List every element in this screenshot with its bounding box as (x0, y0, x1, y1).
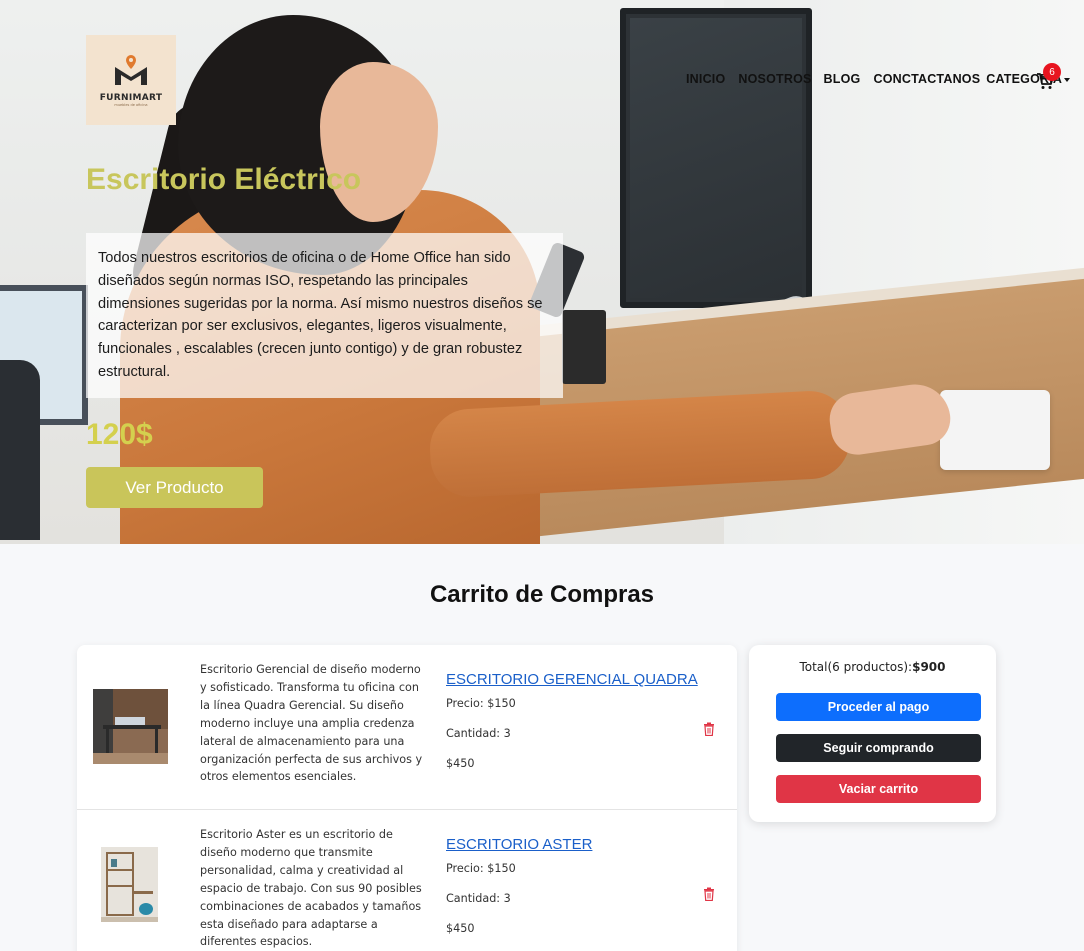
item-subtotal: $450 (446, 757, 475, 770)
total-label: Total(6 productos): (799, 660, 913, 674)
nav-inicio[interactable]: INICIO (686, 72, 725, 86)
item-name-link[interactable]: ESCRITORIO ASTER (446, 836, 592, 853)
continue-shopping-button[interactable]: Seguir comprando (776, 734, 981, 762)
item-subtotal: $450 (446, 922, 475, 935)
furnimart-logo-icon (111, 53, 151, 91)
item-quantity: Cantidad: 3 (446, 727, 511, 740)
view-product-button[interactable]: Ver Producto (86, 467, 263, 508)
product-image-aster (101, 847, 158, 922)
trash-icon (704, 887, 714, 902)
remove-item-button[interactable] (703, 886, 715, 902)
main-nav: INICIO NOSOTROS BLOG CONCTACTANOS CATEGO… (686, 72, 1071, 86)
cart-total: Total(6 productos):$900 (749, 660, 996, 674)
trash-icon (704, 722, 714, 737)
brand-tagline: muebles de oficina (114, 103, 148, 107)
checkout-button[interactable]: Proceder al pago (776, 693, 981, 721)
item-description: Escritorio Aster es un escritorio de dis… (200, 828, 422, 949)
cart-item: Escritorio Gerencial de diseño moderno y… (77, 645, 737, 810)
cart-count-badge: 6 (1043, 63, 1061, 81)
brand-logo[interactable]: FURNIMART muebles de oficina (86, 35, 176, 125)
cart-item-list: Escritorio Gerencial de diseño moderno y… (77, 645, 737, 951)
nav-contactanos[interactable]: CONCTACTANOS (873, 72, 980, 86)
item-description: Escritorio Gerencial de diseño moderno y… (200, 663, 423, 784)
total-value: $900 (912, 660, 946, 674)
cart-summary: Total(6 productos):$900 Proceder al pago… (749, 645, 996, 822)
item-name-link[interactable]: ESCRITORIO GERENCIAL QUADRA (446, 671, 698, 688)
monitor (620, 8, 812, 308)
office-chair (0, 360, 40, 540)
nav-nosotros[interactable]: NOSOTROS (738, 72, 811, 86)
remove-item-button[interactable] (703, 721, 715, 737)
item-price: Precio: $150 (446, 862, 516, 875)
item-quantity: Cantidad: 3 (446, 892, 511, 905)
hero-description: Todos nuestros escritorios de oficina o … (86, 233, 563, 398)
caret-down-icon (1064, 77, 1071, 82)
desk-outlet (940, 390, 1050, 470)
empty-cart-button[interactable]: Vaciar carrito (776, 775, 981, 803)
hero-title: Escritorio Eléctrico (86, 163, 362, 196)
product-image-quadra (93, 689, 168, 764)
hero-price: 120$ (86, 418, 153, 451)
cart-title: Carrito de Compras (429, 581, 655, 608)
item-price: Precio: $150 (446, 697, 516, 710)
brand-name: FURNIMART (99, 93, 163, 103)
nav-blog[interactable]: BLOG (824, 72, 861, 86)
cart-item: Escritorio Aster es un escritorio de dis… (77, 810, 737, 951)
pencil-holder (562, 310, 606, 384)
